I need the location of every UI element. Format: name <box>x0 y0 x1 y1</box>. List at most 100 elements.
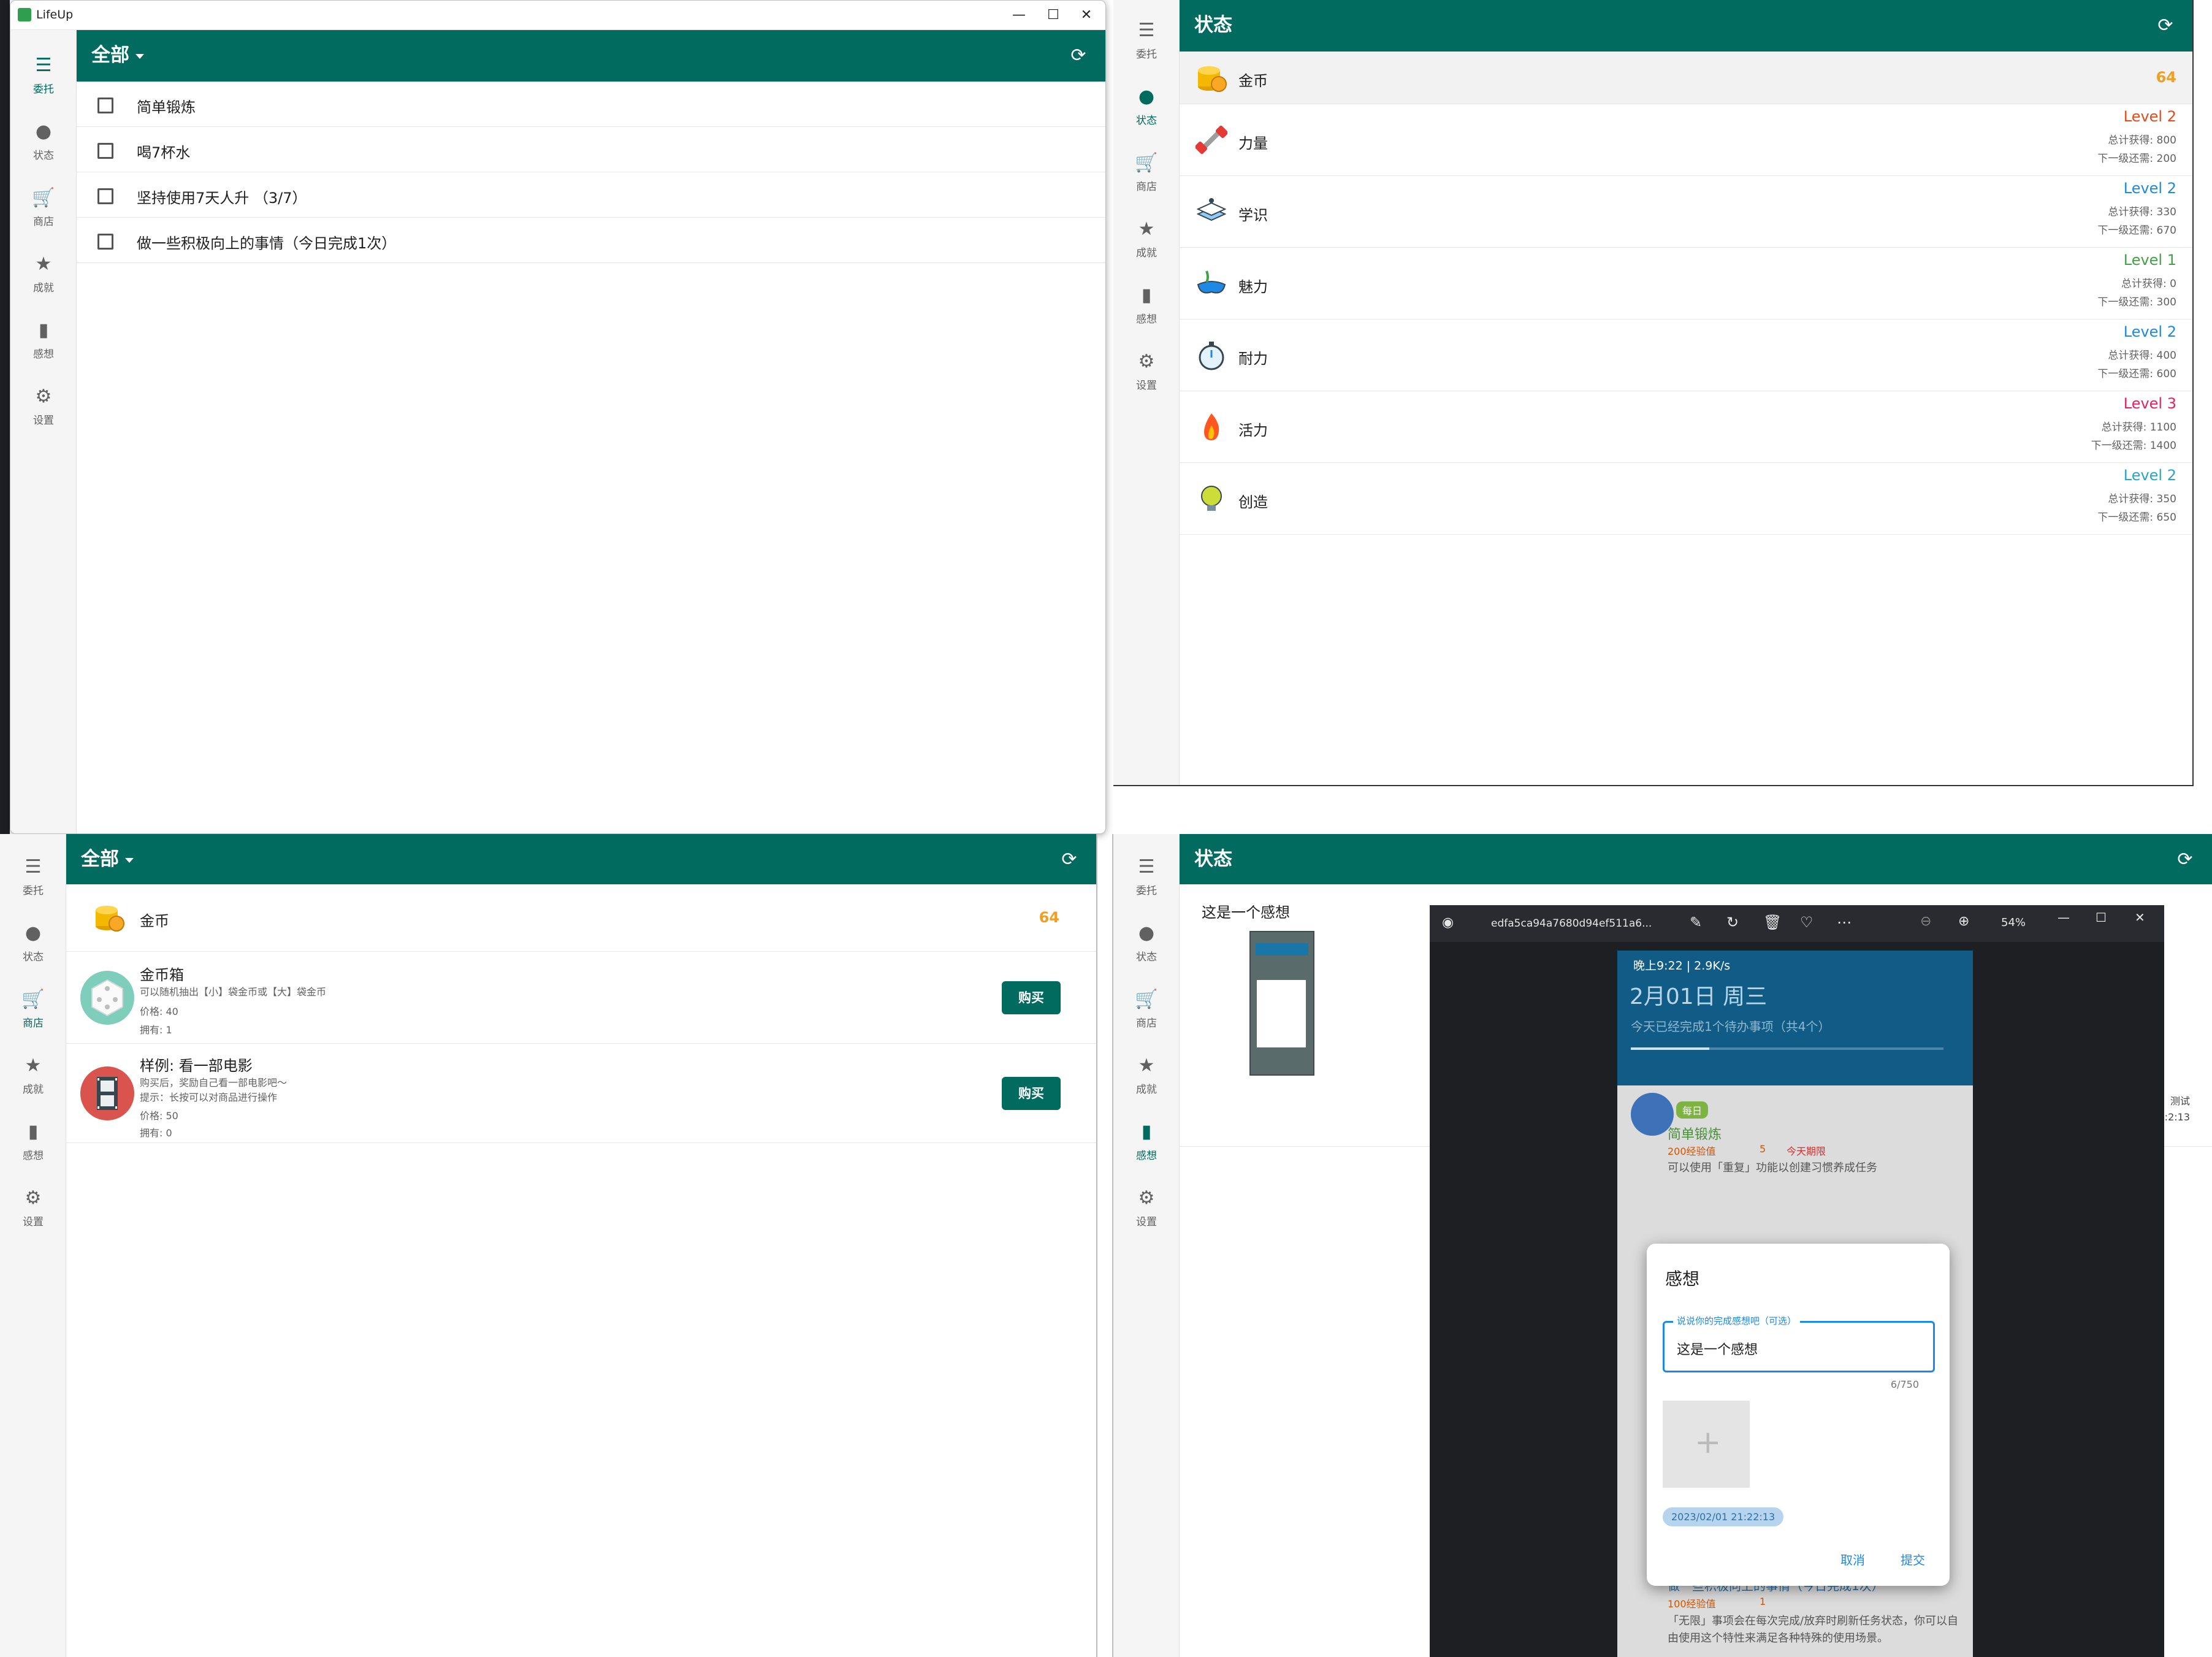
nav-rail: ☰ 委托 ● 状态 🛒 商店 ★ 成就 ▮ 感想 ⚙ 设置 <box>10 30 77 833</box>
attribute-total: 总计获得: 1100 <box>2101 421 2176 434</box>
attribute-level: Level 3 <box>2123 395 2176 412</box>
add-image-button[interactable]: + <box>1663 1401 1750 1488</box>
coin-label: 金币 <box>1238 72 1268 90</box>
refresh-icon[interactable]: ⟳ <box>1058 849 1080 871</box>
nav-item-shop[interactable]: 🛒 商店 <box>1113 981 1180 1043</box>
window-titlebar[interactable]: LifeUp — ☐ ✕ <box>10 1 1105 30</box>
dumbbell-icon <box>1196 125 1227 155</box>
cart-icon: 🛒 <box>21 989 45 1010</box>
shop-panel: ☰ 委托 ● 状态 🛒 商店 ★ 成就 ▮ 感想 ⚙ 设置 全部 ⟳ 金币 64 金币箱 可… <box>0 834 1097 1657</box>
attribute-row[interactable]: 活力 Level 3 总计获得: 1100 下一级还需: 1400 <box>1180 391 2192 463</box>
task-row[interactable]: 做一些积极向上的事情（今日完成1次） <box>77 218 1105 263</box>
task-row[interactable]: 简单锻炼 <box>77 82 1105 127</box>
task-checkbox[interactable] <box>97 143 113 159</box>
nav-label: 感想 <box>1136 1150 1157 1162</box>
attribute-total: 总计获得: 400 <box>2108 350 2176 362</box>
nav-item-thoughts[interactable]: ▮ 感想 <box>1113 1114 1180 1175</box>
coin-label: 金币 <box>140 913 169 930</box>
cancel-button[interactable]: 取消 <box>1840 1550 1865 1568</box>
attribute-row[interactable]: 学识 Level 2 总计获得: 330 下一级还需: 670 <box>1180 176 2192 248</box>
task-checkbox[interactable] <box>97 98 113 113</box>
bulb-icon <box>1201 486 1222 511</box>
rotate-icon[interactable]: ↻ <box>1726 914 1739 931</box>
close-button[interactable]: ✕ <box>1071 4 1102 26</box>
more-icon[interactable]: ⋯ <box>1837 914 1852 931</box>
attribute-row[interactable]: 魅力 Level 1 总计获得: 0 下一级还需: 300 <box>1180 248 2192 320</box>
buy-button[interactable]: 购买 <box>1002 981 1061 1014</box>
delete-icon[interactable]: 🗑 <box>1763 914 1782 931</box>
thought-image-thumbnail[interactable] <box>1249 931 1314 1076</box>
nav-item-shop[interactable]: 🛒 商店 <box>1113 145 1180 206</box>
nav-item-commission[interactable]: ☰ 委托 <box>1113 849 1180 910</box>
coin-row: 金币 64 <box>1180 52 2192 104</box>
nav-item-settings[interactable]: ⚙ 设置 <box>1113 343 1180 405</box>
nav-label: 感想 <box>23 1150 44 1162</box>
viewer-maximize-button[interactable]: ☐ <box>2096 910 2107 925</box>
page-title: 状态 <box>1194 848 1232 870</box>
attribute-row[interactable]: 耐力 Level 2 总计获得: 400 下一级还需: 600 <box>1180 320 2192 391</box>
task-title: 坚持使用7天人升 （3/7） <box>137 189 307 207</box>
task-checkbox[interactable] <box>97 188 113 204</box>
viewer-close-button[interactable]: ✕ <box>2135 910 2145 925</box>
date-chip[interactable]: 2023/02/01 21:22:13 <box>1663 1507 1784 1526</box>
attribute-next: 下一级还需: 300 <box>2097 296 2176 308</box>
phone-header: 晚上9:22 | 2.9K/s 2月01日 周三 今天已经完成1个待办事项（共4… <box>1617 951 1973 1085</box>
buy-button[interactable]: 购买 <box>1002 1077 1061 1110</box>
attribute-row[interactable]: 创造 Level 2 总计获得: 350 下一级还需: 650 <box>1180 463 2192 535</box>
shop-item[interactable]: 样例: 看一部电影 购买后，奖励自己看一部电影吧～ 提示：长按可以对商品进行操作… <box>66 1044 1096 1143</box>
zoom-level: 54% <box>2001 916 2026 929</box>
nav-item-achievement[interactable]: ★ 成就 <box>0 1047 66 1109</box>
shop-item[interactable]: 金币箱 可以随机抽出【小】袋金币或【大】袋金币 价格: 40 拥有: 1 购买 <box>66 952 1096 1044</box>
nav-item-thoughts[interactable]: ▮ 感想 <box>1113 277 1180 339</box>
star-icon: ★ <box>35 253 52 275</box>
zoom-out-icon[interactable]: ⊖ <box>1920 914 1931 929</box>
nav-item-achievement[interactable]: ★ 成就 <box>1113 211 1180 272</box>
nav-item-status[interactable]: ● 状态 <box>0 915 66 976</box>
submit-button[interactable]: 提交 <box>1901 1550 1925 1568</box>
nav-item-status[interactable]: ● 状态 <box>10 113 77 175</box>
attribute-level: Level 2 <box>2123 467 2176 484</box>
favorite-icon[interactable]: ♡ <box>1800 914 1813 931</box>
nav-item-shop[interactable]: 🛒 商店 <box>0 981 66 1043</box>
phone-task1-due: 今天期限 <box>1787 1146 1826 1157</box>
viewer-minimize-button[interactable]: — <box>2058 910 2070 925</box>
nav-item-settings[interactable]: ⚙ 设置 <box>0 1180 66 1241</box>
attribute-row[interactable]: 力量 Level 2 总计获得: 800 下一级还需: 200 <box>1180 104 2192 176</box>
nav-item-status[interactable]: ● 状态 <box>1113 78 1180 140</box>
refresh-icon[interactable]: ⟳ <box>2154 15 2176 37</box>
task-row[interactable]: 坚持使用7天人升 （3/7） <box>77 172 1105 218</box>
thought-input[interactable]: 说说你的完成感想吧（可选） 这是一个感想 <box>1663 1314 1935 1372</box>
item-desc: 购买后，奖励自己看一部电影吧～ <box>140 1077 288 1089</box>
nav-label: 感想 <box>1136 313 1157 326</box>
nav-label: 成就 <box>33 282 54 294</box>
refresh-icon[interactable]: ⟳ <box>1067 45 1089 67</box>
nav-item-commission[interactable]: ☰ 委托 <box>10 47 77 109</box>
filter-dropdown[interactable]: 全部 <box>91 41 144 69</box>
nav-item-settings[interactable]: ⚙ 设置 <box>10 378 77 440</box>
minimize-button[interactable]: — <box>1004 4 1034 26</box>
task-title: 做一些积极向上的事情（今日完成1次） <box>137 235 397 252</box>
nav-item-achievement[interactable]: ★ 成就 <box>10 246 77 307</box>
task-title: 喝7杯水 <box>137 144 191 161</box>
coin-row: 金币 64 <box>66 884 1096 952</box>
nav-item-status[interactable]: ● 状态 <box>1113 915 1180 976</box>
nav-item-shop[interactable]: 🛒 商店 <box>10 180 77 241</box>
refresh-icon[interactable]: ⟳ <box>2174 849 2196 871</box>
task-title: 简单锻炼 <box>137 99 196 116</box>
task-checkbox[interactable] <box>97 234 113 250</box>
nav-item-thoughts[interactable]: ▮ 感想 <box>0 1114 66 1175</box>
nav-item-settings[interactable]: ⚙ 设置 <box>1113 1180 1180 1241</box>
nav-item-thoughts[interactable]: ▮ 感想 <box>10 312 77 373</box>
task-row[interactable]: 喝7杯水 <box>77 127 1105 172</box>
edit-icon[interactable]: ✎ <box>1690 914 1702 931</box>
phone-tag: 每日 <box>1676 1101 1709 1119</box>
thought-dialog: 感想 说说你的完成感想吧（可选） 这是一个感想 6/750 + 2023/02/… <box>1647 1244 1950 1586</box>
side-time: :2:13 <box>2164 1111 2190 1123</box>
star-icon: ★ <box>1138 218 1155 240</box>
zoom-in-icon[interactable]: ⊕ <box>1958 914 1969 929</box>
filter-dropdown[interactable]: 全部 <box>81 845 134 873</box>
nav-item-achievement[interactable]: ★ 成就 <box>1113 1047 1180 1109</box>
nav-item-commission[interactable]: ☰ 委托 <box>1113 12 1180 74</box>
maximize-button[interactable]: ☐ <box>1038 4 1069 26</box>
nav-item-commission[interactable]: ☰ 委托 <box>0 849 66 910</box>
